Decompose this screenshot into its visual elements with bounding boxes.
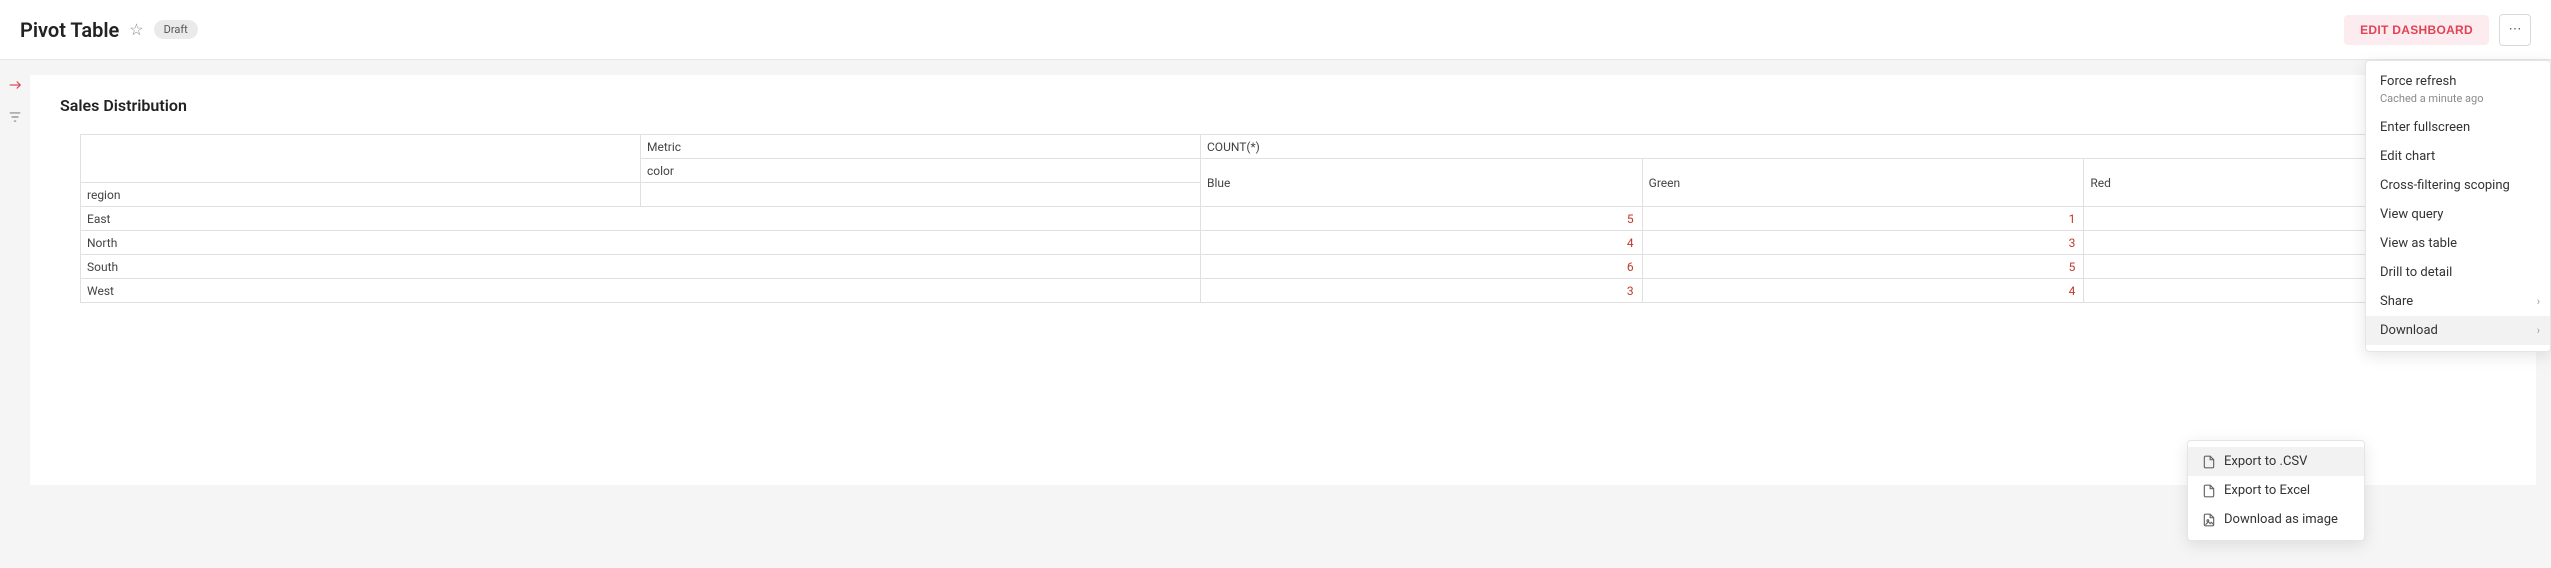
menu-enter-fullscreen[interactable]: Enter fullscreen bbox=[2366, 113, 2550, 142]
side-rail bbox=[0, 60, 30, 568]
chevron-right-icon: › bbox=[2537, 295, 2540, 308]
file-icon bbox=[2202, 484, 2216, 498]
table-row: East 5 1 bbox=[81, 207, 2526, 231]
menu-label: Edit chart bbox=[2380, 149, 2435, 164]
ellipsis-icon: ⋯ bbox=[2509, 22, 2522, 37]
region-header-blank bbox=[641, 183, 1201, 207]
data-cell: 4 bbox=[1642, 279, 2084, 303]
color-header: color bbox=[641, 159, 1201, 183]
chevron-right-icon: › bbox=[2537, 324, 2540, 337]
count-header: COUNT(*) bbox=[1201, 135, 2526, 159]
menu-drill-to-detail[interactable]: Drill to detail bbox=[2366, 258, 2550, 287]
menu-label: Enter fullscreen bbox=[2380, 120, 2470, 135]
table-row: West 3 4 bbox=[81, 279, 2526, 303]
chart-title: Sales Distribution bbox=[60, 96, 187, 115]
dashboard-header: Pivot Table ☆ Draft EDIT DASHBOARD ⋯ bbox=[0, 0, 2551, 60]
column-green: Green bbox=[1642, 159, 2084, 207]
filter-icon[interactable] bbox=[8, 110, 22, 128]
main-panel: Sales Distribution ⋮ Metric COUNT(*) bbox=[30, 60, 2551, 568]
table-row: South 6 5 bbox=[81, 255, 2526, 279]
menu-view-query[interactable]: View query bbox=[2366, 200, 2550, 229]
favorite-star-icon[interactable]: ☆ bbox=[129, 20, 143, 39]
menu-label: Download as image bbox=[2224, 512, 2338, 527]
pivot-corner-cell bbox=[81, 135, 641, 183]
menu-label: Download bbox=[2380, 323, 2438, 338]
chart-context-menu: Force refresh Cached a minute ago Enter … bbox=[2365, 60, 2551, 352]
menu-view-as-table[interactable]: View as table bbox=[2366, 229, 2550, 258]
menu-label: Share bbox=[2380, 294, 2413, 309]
data-cell: 5 bbox=[1642, 255, 2084, 279]
submenu-download-image[interactable]: Download as image bbox=[2188, 505, 2364, 534]
data-cell: 4 bbox=[1201, 231, 1643, 255]
header-right: EDIT DASHBOARD ⋯ bbox=[2344, 14, 2531, 46]
column-blue: Blue bbox=[1201, 159, 1643, 207]
table-row: North 4 3 bbox=[81, 231, 2526, 255]
menu-label: Export to .CSV bbox=[2224, 454, 2307, 469]
status-badge: Draft bbox=[154, 20, 198, 39]
menu-label: Drill to detail bbox=[2380, 265, 2452, 280]
data-cell: 3 bbox=[1201, 279, 1643, 303]
menu-edit-chart[interactable]: Edit chart bbox=[2366, 142, 2550, 171]
page-title: Pivot Table bbox=[20, 18, 119, 42]
region-cell: South bbox=[81, 255, 1201, 279]
menu-label: Cross-filtering scoping bbox=[2380, 178, 2510, 193]
region-header: region bbox=[81, 183, 641, 207]
collapse-sidebar-icon[interactable] bbox=[8, 78, 22, 96]
menu-label: View query bbox=[2380, 207, 2443, 222]
submenu-export-excel[interactable]: Export to Excel bbox=[2188, 476, 2364, 505]
region-cell: North bbox=[81, 231, 1201, 255]
menu-share[interactable]: Share › bbox=[2366, 287, 2550, 316]
menu-label: Force refresh bbox=[2380, 74, 2456, 89]
edit-dashboard-button[interactable]: EDIT DASHBOARD bbox=[2344, 15, 2489, 45]
dashboard-more-button[interactable]: ⋯ bbox=[2499, 14, 2531, 46]
menu-download[interactable]: Download › bbox=[2366, 316, 2550, 345]
chart-header: Sales Distribution ⋮ bbox=[60, 95, 2506, 116]
data-cell: 5 bbox=[1201, 207, 1643, 231]
metric-header: Metric bbox=[641, 135, 1201, 159]
submenu-export-csv[interactable]: Export to .CSV bbox=[2188, 447, 2364, 476]
region-cell: West bbox=[81, 279, 1201, 303]
data-cell: 1 bbox=[1642, 207, 2084, 231]
header-left: Pivot Table ☆ Draft bbox=[20, 18, 198, 42]
pivot-table: Metric COUNT(*) color Blue Green Red reg… bbox=[80, 134, 2526, 303]
menu-force-refresh[interactable]: Force refresh bbox=[2366, 67, 2550, 96]
download-submenu: Export to .CSV Export to Excel Download … bbox=[2187, 440, 2365, 541]
chart-card: Sales Distribution ⋮ Metric COUNT(*) bbox=[30, 75, 2536, 485]
file-icon bbox=[2202, 455, 2216, 469]
data-cell: 6 bbox=[1201, 255, 1643, 279]
menu-label: View as table bbox=[2380, 236, 2457, 251]
region-cell: East bbox=[81, 207, 1201, 231]
body-area: Sales Distribution ⋮ Metric COUNT(*) bbox=[0, 60, 2551, 568]
menu-label: Export to Excel bbox=[2224, 483, 2310, 498]
data-cell: 3 bbox=[1642, 231, 2084, 255]
menu-cross-filtering[interactable]: Cross-filtering scoping bbox=[2366, 171, 2550, 200]
image-file-icon bbox=[2202, 513, 2216, 527]
